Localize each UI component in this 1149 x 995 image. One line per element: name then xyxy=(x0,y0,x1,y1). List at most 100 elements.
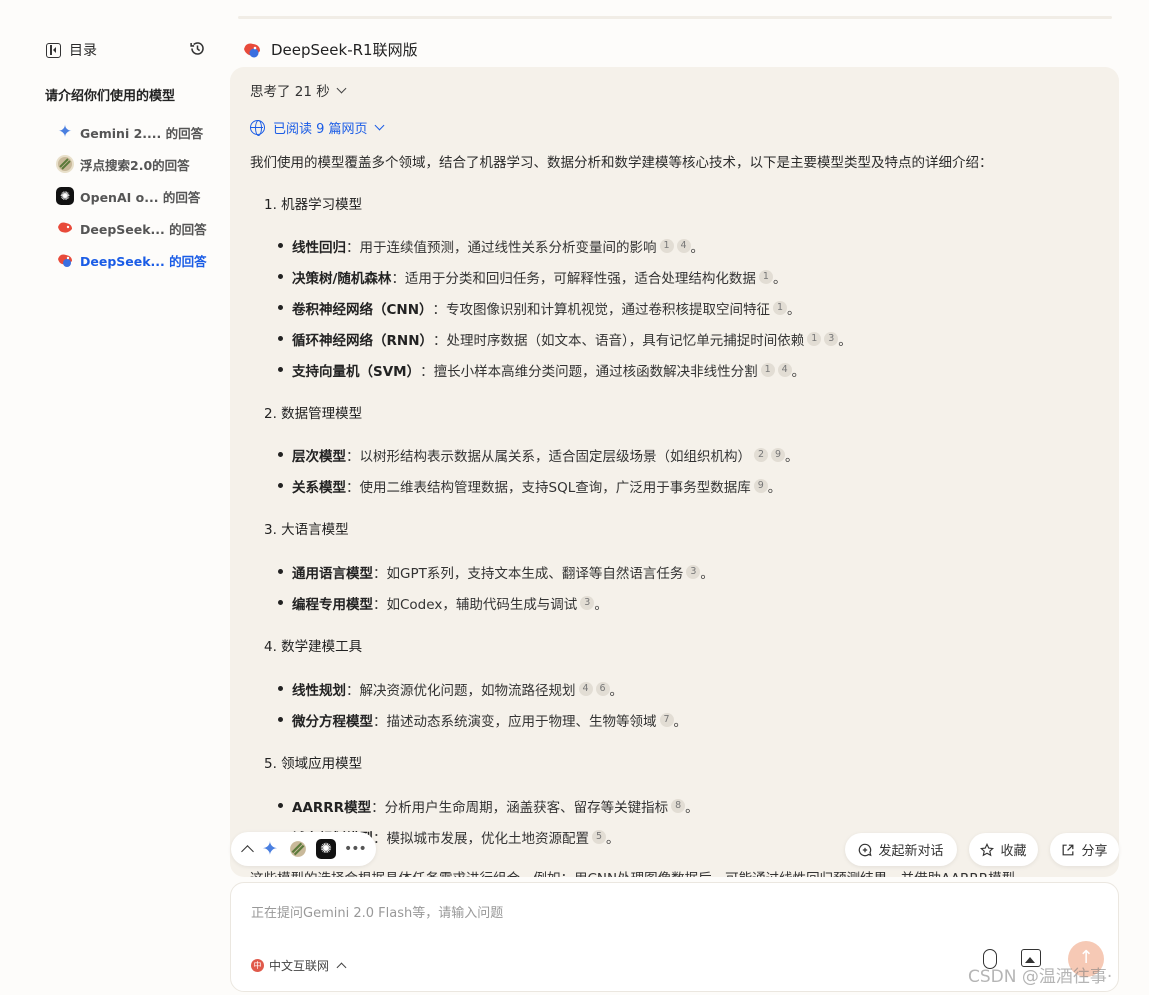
term: 线性规划 xyxy=(292,683,346,699)
thought-toggle[interactable]: 思考了 21 秒 xyxy=(250,80,347,100)
period: 。 xyxy=(690,240,705,256)
citation[interactable]: 4 xyxy=(676,239,691,253)
sidebar-collapse-icon xyxy=(46,42,61,58)
sidebar-answer-list: ✦ Gemini 2.... 的回答 浮点搜索2.0的回答 ✺ OpenAI o… xyxy=(56,116,207,276)
citation[interactable]: 1 xyxy=(807,332,822,346)
section-title: 4. 数学建模工具 xyxy=(264,639,363,655)
history-icon[interactable] xyxy=(189,40,206,57)
toc-label: 目录 xyxy=(69,43,97,59)
network-selector[interactable]: 中 中文互联网 xyxy=(251,957,347,974)
list-item: 决策树/随机森林 ：适用于分类和回归任务，可解释性强，适合处理结构化数据 1。 xyxy=(277,267,787,287)
gemini-icon: ✦ xyxy=(57,122,73,142)
sidebar-item-label: 浮点搜索2.0的回答 xyxy=(80,157,190,173)
list-item: 通用语言模型 ：如GPT系列，支持文本生成、翻译等自然语言任务 3。 xyxy=(278,562,714,582)
citation[interactable]: 9 xyxy=(753,479,768,493)
globe-icon xyxy=(250,120,265,136)
desc: ：用于连续值预测，通过线性关系分析变量间的影响 xyxy=(346,240,657,256)
period: 。 xyxy=(594,597,608,613)
citation[interactable]: 3 xyxy=(580,596,595,610)
period: 。 xyxy=(772,271,787,287)
favorite-button[interactable]: 收藏 xyxy=(969,833,1038,866)
term: 微分方程模型 xyxy=(292,714,373,730)
deepseek-web-icon xyxy=(244,43,260,57)
question-input[interactable]: 正在提问Gemini 2.0 Flash等，请输入问题 xyxy=(251,902,503,921)
citation[interactable]: 1 xyxy=(758,270,773,284)
term: 支持向量机（SVM） xyxy=(292,364,421,380)
sidebar-item-label: DeepSeek... 的回答 xyxy=(80,221,207,237)
citation[interactable]: 4 xyxy=(578,682,593,696)
citation[interactable]: 3 xyxy=(686,565,701,579)
desc: ：使用二维表结构管理数据，支持SQL查询，广泛用于事务型数据库 xyxy=(346,480,751,496)
desc: ：如Codex，辅助代码生成与调试 xyxy=(373,597,578,613)
share-label: 分享 xyxy=(1081,844,1108,859)
read-pages-label: 已阅读 9 篇网页 xyxy=(273,122,368,137)
list-item: 层次模型 ：以树形结构表示数据从属关系，适合固定层级场景（如组织机构） 2 9。 xyxy=(278,445,799,465)
period: 。 xyxy=(700,566,714,582)
deepseek-web-icon xyxy=(56,251,74,269)
network-label: 中文互联网 xyxy=(269,959,330,973)
sidebar-item-gemini[interactable]: ✦ Gemini 2.... 的回答 xyxy=(56,116,207,148)
citation[interactable]: 5 xyxy=(592,830,606,844)
desc: ：以树形结构表示数据从属关系，适合固定层级场景（如组织机构） xyxy=(346,449,751,465)
citation[interactable]: 1 xyxy=(773,301,788,315)
list-item: 编程专用模型 ：如Codex，辅助代码生成与调试 3。 xyxy=(278,593,608,613)
section-title: 1. 机器学习模型 xyxy=(264,197,363,213)
citation[interactable]: 4 xyxy=(777,363,792,377)
sidebar-item-label: DeepSeek... 的回答 xyxy=(80,253,207,269)
term: 循环神经网络（RNN） xyxy=(292,333,433,349)
openai-icon[interactable]: ✺ xyxy=(316,839,336,859)
citation[interactable]: 7 xyxy=(659,713,674,727)
term: 线性回归 xyxy=(292,240,346,256)
answer-intro: 我们使用的模型覆盖多个领域，结合了机器学习、数据分析和数学建模等核心技术，以下是… xyxy=(250,155,993,171)
more-icon[interactable]: ••• xyxy=(344,841,367,857)
share-icon xyxy=(1063,844,1074,855)
citation[interactable]: 6 xyxy=(595,682,610,696)
citation[interactable]: 1 xyxy=(659,239,674,253)
citation[interactable]: 9 xyxy=(771,448,785,462)
section-title: 3. 大语言模型 xyxy=(264,522,349,538)
term: 层次模型 xyxy=(292,449,346,465)
citation[interactable]: 3 xyxy=(824,332,839,346)
float-search-icon[interactable] xyxy=(288,839,308,859)
citation[interactable]: 8 xyxy=(671,799,686,813)
new-chat-label: 发起新对话 xyxy=(878,844,944,859)
sidebar-question[interactable]: 请介绍你们使用的模型 xyxy=(45,85,175,104)
favorite-label: 收藏 xyxy=(1000,844,1027,859)
list-item: 循环神经网络（RNN） ：处理时序数据（如文本、语音），具有记忆单元捕捉时间依赖 1… xyxy=(278,329,852,349)
period: 。 xyxy=(838,333,852,349)
section-title: 5. 领域应用模型 xyxy=(264,756,363,772)
list-item: 线性回归 ：用于连续值预测，通过线性关系分析变量间的影响 1 4。 xyxy=(278,236,705,256)
toc-toggle[interactable]: 目录 xyxy=(46,40,97,60)
chevron-down-icon xyxy=(336,83,347,93)
list-item: AARRR模型 ：分析用户生命周期，涵盖获客、留存等关键指标 8。 xyxy=(278,796,699,816)
desc: ：模拟城市发展，优化土地资源配置 xyxy=(373,831,589,847)
network-icon: 中 xyxy=(251,959,264,972)
gemini-icon[interactable]: ✦ xyxy=(260,838,280,860)
read-pages-toggle[interactable]: 已阅读 9 篇网页 xyxy=(250,118,384,137)
term: 关系模型 xyxy=(292,480,346,496)
list-item: 支持向量机（SVM） ：擅长小样本高维分类问题，通过核函数解决非线性分割 1 4。 xyxy=(277,360,805,380)
model-name: DeepSeek-R1联网版 xyxy=(271,41,418,59)
desc: ：处理时序数据（如文本、语音），具有记忆单元捕捉时间依赖 xyxy=(433,333,805,349)
sidebar-item-openai[interactable]: ✺ OpenAI o... 的回答 xyxy=(56,180,207,212)
period: 。 xyxy=(787,302,801,318)
citation[interactable]: 1 xyxy=(760,363,775,377)
desc: ：描述动态系统演变，应用于物理、生物等领域 xyxy=(373,714,657,730)
period: 。 xyxy=(609,683,624,699)
sidebar-item-label: Gemini 2.... 的回答 xyxy=(80,125,204,141)
sidebar-item-deepseek[interactable]: DeepSeek... 的回答 xyxy=(56,212,207,244)
list-item: 微分方程模型 ：描述动态系统演变，应用于物理、生物等领域 7。 xyxy=(278,710,687,730)
new-chat-button[interactable]: 发起新对话 xyxy=(845,833,957,866)
answer-card: 思考了 21 秒 已阅读 9 篇网页 我们使用的模型覆盖多个领域，结合了机器学习… xyxy=(230,67,1119,877)
share-button[interactable]: 分享 xyxy=(1050,833,1119,866)
chevron-up-icon xyxy=(336,962,347,973)
model-switcher[interactable]: ✦ ✺ ••• xyxy=(231,832,376,866)
thought-label: 思考了 21 秒 xyxy=(250,84,330,100)
answer-header: DeepSeek-R1联网版 xyxy=(242,39,418,60)
term: 编程专用模型 xyxy=(292,597,373,613)
period: 。 xyxy=(785,449,799,465)
citation[interactable]: 2 xyxy=(754,448,768,462)
sidebar-item-deepseek-web[interactable]: DeepSeek... 的回答 xyxy=(56,244,207,276)
sidebar-item-float-search[interactable]: 浮点搜索2.0的回答 xyxy=(56,148,207,180)
chevron-up-icon[interactable] xyxy=(241,845,254,858)
